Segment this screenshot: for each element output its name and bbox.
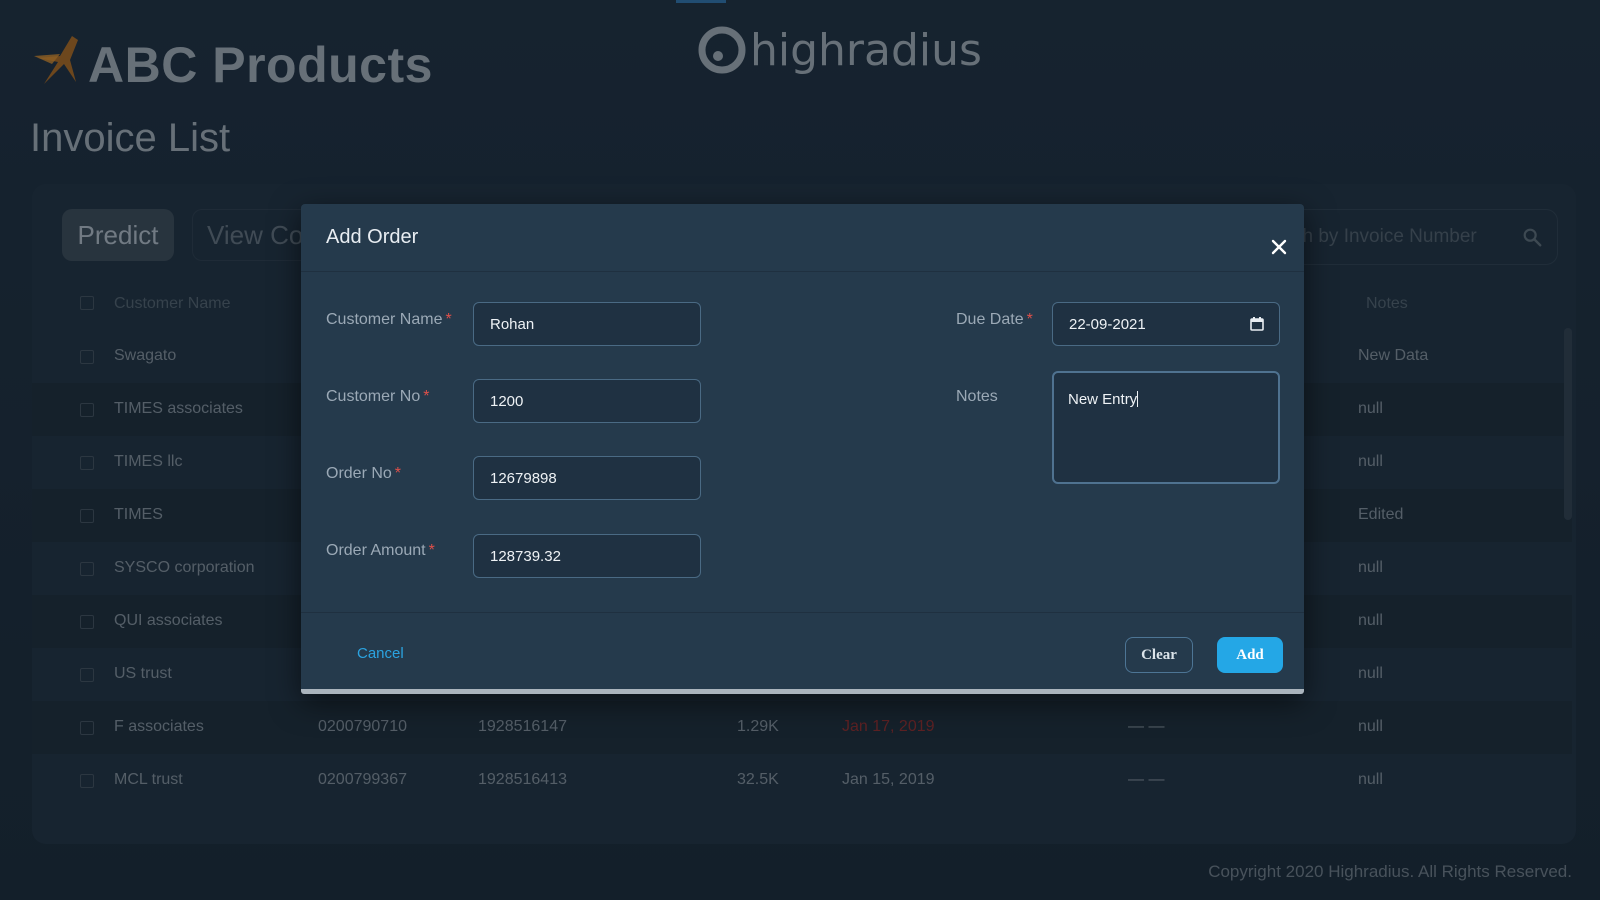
order-amount-label-text: Order Amount bbox=[326, 542, 426, 559]
required-mark: * bbox=[394, 465, 402, 482]
dialog-footer: Cancel Clear Add bbox=[301, 612, 1304, 694]
cancel-button[interactable]: Cancel bbox=[357, 645, 404, 662]
calendar-icon[interactable] bbox=[1249, 316, 1265, 332]
required-mark: * bbox=[428, 542, 435, 559]
order-no-field[interactable]: 12679898 bbox=[473, 456, 701, 500]
close-icon bbox=[1271, 239, 1287, 255]
text-cursor bbox=[1137, 391, 1139, 407]
order-no-label: Order No * bbox=[326, 465, 401, 483]
customer-name-label-text: Customer Name bbox=[326, 311, 443, 328]
required-mark: * bbox=[423, 388, 430, 405]
close-button[interactable] bbox=[1268, 236, 1290, 258]
customer-name-label: Customer Name * bbox=[326, 311, 452, 329]
due-date-label: Due Date * bbox=[956, 311, 1033, 329]
order-amount-field[interactable]: 128739.32 bbox=[473, 534, 701, 578]
required-mark: * bbox=[1026, 311, 1033, 328]
customer-name-field[interactable]: Rohan bbox=[473, 302, 701, 346]
notes-value: New Entry bbox=[1068, 391, 1138, 408]
due-date-label-text: Due Date bbox=[956, 311, 1024, 328]
order-amount-label: Order Amount * bbox=[326, 542, 435, 560]
required-mark: * bbox=[445, 311, 452, 328]
due-date-field[interactable]: 22-09-2021 bbox=[1052, 302, 1280, 346]
dialog-title: Add Order bbox=[326, 226, 419, 248]
notes-label: Notes bbox=[956, 388, 998, 405]
dialog-header: Add Order bbox=[301, 204, 1304, 272]
notes-textarea[interactable]: New Entry bbox=[1052, 371, 1280, 484]
customer-no-label: Customer No * bbox=[326, 388, 429, 406]
order-no-label-text: Order No bbox=[326, 465, 392, 482]
customer-no-label-text: Customer No bbox=[326, 388, 421, 405]
add-order-dialog: Add Order Customer Name * Rohan Customer … bbox=[301, 204, 1304, 694]
clear-button[interactable]: Clear bbox=[1125, 637, 1193, 673]
due-date-value: 22-09-2021 bbox=[1069, 315, 1146, 333]
dialog-bottom-bar bbox=[301, 689, 1304, 694]
customer-no-field[interactable]: 1200 bbox=[473, 379, 701, 423]
add-button[interactable]: Add bbox=[1217, 637, 1283, 673]
